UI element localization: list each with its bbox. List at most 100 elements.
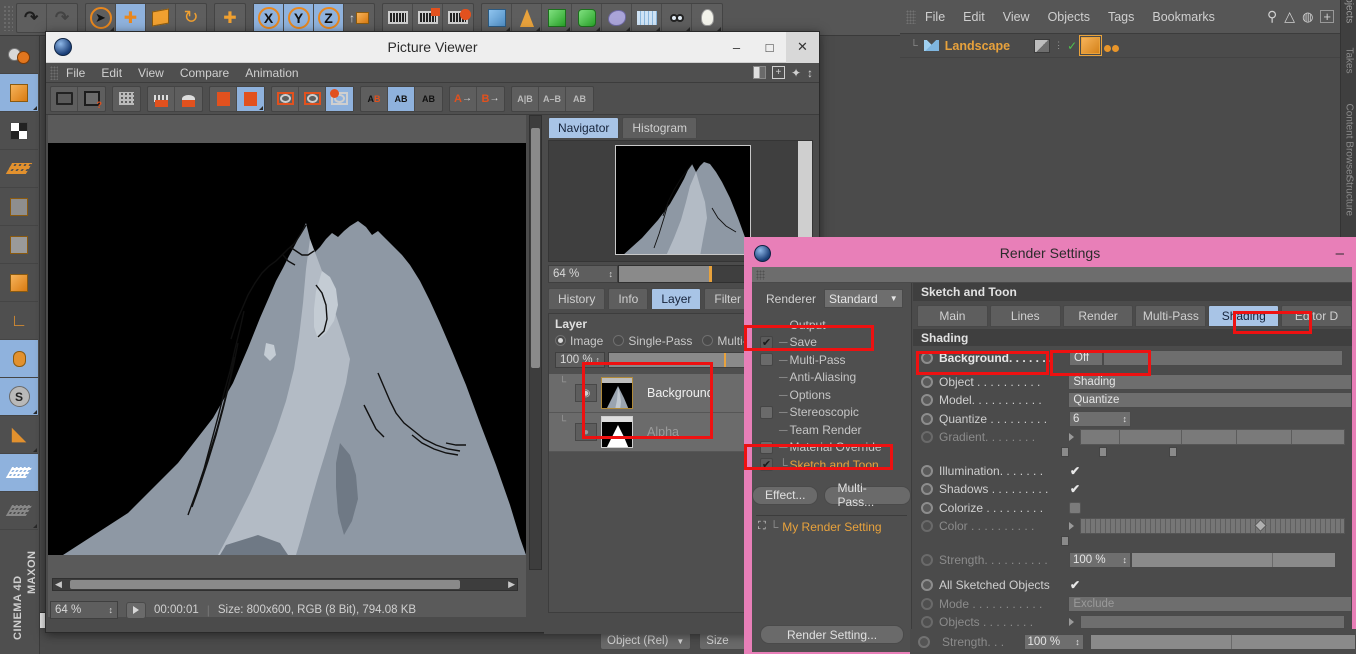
navigator-zoom-spinner[interactable]: 64 % ↕ [548, 265, 618, 283]
pv-menu-animation[interactable]: Animation [237, 64, 306, 82]
tree-row-antialiasing[interactable]: ─ Anti-Aliasing [754, 369, 911, 387]
move-tool-button[interactable]: ✚ [116, 3, 146, 32]
quantize-spinner-arrows-icon[interactable]: ↕ [1123, 414, 1128, 424]
object-row-landscape[interactable]: └ Landscape ⋮ ✓ [900, 34, 1356, 58]
property-model[interactable]: Model. . . . . . . . . . . Quantize [913, 391, 1352, 410]
resize-panel-icon[interactable]: ↕ [807, 66, 813, 80]
polygons-mode-button[interactable] [0, 226, 38, 264]
background-extra-field[interactable] [1103, 350, 1343, 367]
image-settings-button[interactable] [113, 87, 140, 111]
menubar-grip[interactable] [50, 65, 58, 80]
objects-menu-file[interactable]: File [916, 6, 954, 28]
light-button[interactable] [692, 4, 722, 32]
view-ab-button[interactable] [326, 86, 353, 111]
navigator-thumbnail[interactable] [615, 145, 751, 255]
send-to-layer-button[interactable] [175, 87, 202, 111]
tree-row-stereoscopic[interactable]: ─ Stereoscopic [754, 404, 911, 422]
layout-split-icon[interactable] [752, 66, 766, 79]
radio-single-pass[interactable]: Single-Pass [613, 334, 692, 348]
colorize-radio-icon[interactable] [921, 501, 933, 514]
visibility-dots-icon[interactable] [1034, 38, 1051, 53]
view-b-button[interactable] [299, 86, 326, 111]
texture-mode-button[interactable] [0, 112, 38, 150]
color-knob-1[interactable] [1061, 535, 1069, 546]
checkbox-sketchandtoon[interactable]: ✔ [760, 458, 773, 472]
objects-dropzone[interactable] [1080, 615, 1345, 630]
render-globe-button[interactable] [0, 36, 38, 74]
footer-strength-slider[interactable] [1089, 633, 1356, 650]
objects-menu-grip[interactable] [906, 9, 916, 24]
world-object-toggle-button[interactable]: ↑ [344, 4, 374, 32]
eye-icon[interactable]: ◍ [1302, 9, 1313, 25]
checkbox-save[interactable]: ✔ [760, 335, 773, 349]
workplane-rotate-button[interactable] [0, 492, 38, 530]
ab-side-by-side-button[interactable]: A|B [512, 86, 539, 111]
multipass-button[interactable]: Multi-Pass... [824, 481, 911, 509]
mode-value[interactable]: Exclude [1068, 595, 1352, 612]
y-axis-button[interactable]: Y [284, 3, 314, 32]
quantize-radio-icon[interactable] [921, 412, 933, 425]
model-radio-icon[interactable] [921, 394, 933, 407]
x-axis-button[interactable]: X [254, 3, 284, 32]
tree-row-save[interactable]: ✔ ─ Save [754, 334, 911, 352]
expand-icon[interactable]: + [1320, 10, 1334, 23]
scale-tool-button[interactable] [146, 3, 176, 32]
opacity-slider-handle[interactable] [724, 353, 727, 367]
color-bar[interactable] [1080, 518, 1345, 535]
spline-pen-button[interactable] [512, 3, 542, 32]
tree-row-output[interactable]: ─ Output [754, 316, 911, 334]
tab-multipass[interactable]: Multi-Pass [1135, 305, 1207, 327]
opacity-spinner[interactable]: 100 % ↕ [555, 352, 605, 368]
send-to-ram-button[interactable] [148, 86, 175, 111]
z-axis-button[interactable]: Z [314, 3, 344, 32]
property-strength[interactable]: Strength. . . . . . . . . . 100 % ↕ [913, 551, 1352, 570]
navigator-spinner-arrows-icon[interactable]: ↕ [609, 269, 614, 279]
select-tool-button[interactable]: ➤ [86, 3, 116, 32]
zoom-spinner[interactable]: 64 % ↕ [50, 601, 118, 619]
edges-mode-button[interactable] [0, 188, 38, 226]
side-tab-content-browser[interactable]: Content Browser [1344, 104, 1355, 178]
objects-menu-tags[interactable]: Tags [1099, 6, 1143, 28]
gradient-expand-icon[interactable] [1069, 433, 1074, 442]
objects-expand-icon[interactable] [1069, 618, 1074, 627]
property-colorize[interactable]: Colorize . . . . . . . . . [913, 499, 1352, 518]
property-color[interactable]: Color . . . . . . . . . . [913, 517, 1352, 536]
ab-stacked-button[interactable]: A–B [539, 86, 566, 111]
ab-difference-button[interactable]: AB [566, 87, 593, 111]
pv-menu-edit[interactable]: Edit [93, 64, 130, 82]
checkbox-stereoscopic[interactable] [760, 405, 773, 419]
footer-strength-arrows-icon[interactable]: ↕ [1075, 637, 1080, 647]
check-icon[interactable]: ✓ [1067, 39, 1077, 53]
shadows-radio-icon[interactable] [921, 483, 933, 496]
move-axis-button[interactable]: ✚ [215, 4, 245, 32]
layer-visibility-toggle-background[interactable]: ◉ [575, 384, 597, 402]
gradient-knob-2[interactable] [1099, 446, 1107, 457]
tab-render[interactable]: Render [1062, 305, 1134, 327]
open-image-button[interactable] [51, 86, 78, 111]
all-sketched-objects-checkbox[interactable]: ✔ [1069, 578, 1081, 592]
colorize-checkbox[interactable] [1069, 501, 1081, 514]
rotate-tool-button[interactable]: ↻ [176, 4, 206, 32]
tab-navigator[interactable]: Navigator [548, 116, 620, 138]
shadows-checkbox[interactable]: ✔ [1069, 482, 1081, 496]
points-mode-button[interactable] [0, 150, 38, 188]
gradient-bar[interactable] [1080, 429, 1345, 446]
property-object[interactable]: Object . . . . . . . . . . Shading [913, 373, 1352, 392]
layer-visibility-toggle-alpha[interactable]: ● [575, 423, 597, 441]
side-tab-structure[interactable]: Structure [1344, 176, 1355, 236]
illumination-checkbox[interactable]: ✔ [1069, 464, 1081, 478]
redo-button[interactable]: ↷ [47, 4, 77, 32]
toolbar-grip[interactable] [3, 4, 13, 31]
object-radio-icon[interactable] [921, 375, 933, 388]
scroll-right-icon[interactable]: ▶ [508, 579, 515, 590]
illumination-radio-icon[interactable] [921, 464, 933, 477]
view-a-button[interactable] [272, 86, 299, 111]
objects-menu-edit[interactable]: Edit [954, 6, 994, 28]
property-illumination[interactable]: Illumination. . . . . . . ✔ [913, 462, 1352, 481]
tab-layer[interactable]: Layer [651, 288, 702, 309]
background-value[interactable]: Off [1069, 350, 1103, 367]
home-icon[interactable]: △ [1284, 8, 1295, 25]
pv-menu-file[interactable]: File [58, 64, 93, 82]
delete-image-button[interactable] [210, 86, 237, 111]
property-quantize[interactable]: Quantize . . . . . . . . . 6 ↕ [913, 410, 1352, 429]
